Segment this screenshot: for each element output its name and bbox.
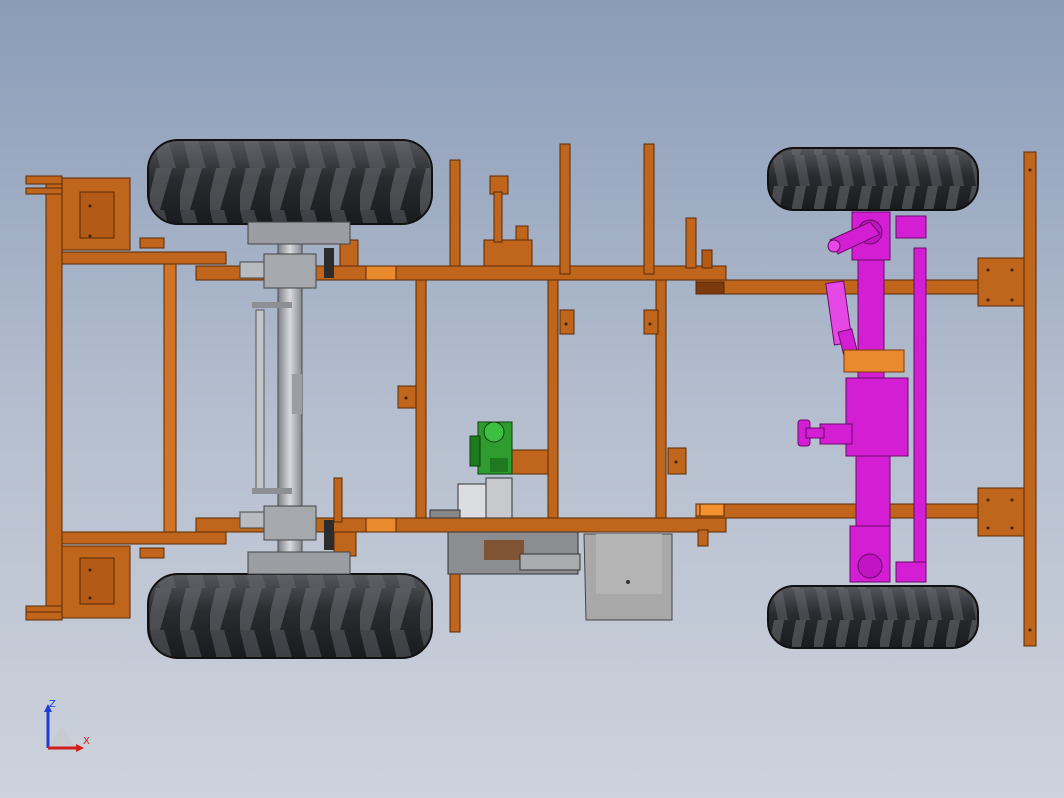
gearbox-housing[interactable] [583, 533, 673, 621]
tire-tread [148, 574, 432, 658]
cad-viewport[interactable]: Z X [0, 0, 1064, 798]
rear-wheel-top[interactable] [147, 139, 433, 225]
rear-hitch-frame[interactable] [25, 175, 227, 621]
front-steering-axle[interactable] [797, 211, 927, 583]
rear-axle[interactable] [239, 221, 351, 575]
tire-tread [148, 140, 432, 224]
front-wheel-bottom[interactable] [767, 585, 979, 649]
axis-triad-icon: Z X [40, 698, 100, 758]
x-axis-label: X [83, 736, 90, 747]
hydraulic-pump[interactable] [469, 421, 513, 475]
z-axis-label: Z [49, 699, 56, 710]
triad-plane [48, 726, 76, 748]
chassis-assembly-drawing [25, 139, 1037, 659]
front-wheel-top[interactable] [767, 147, 979, 211]
rear-wheel-bottom[interactable] [147, 573, 433, 659]
